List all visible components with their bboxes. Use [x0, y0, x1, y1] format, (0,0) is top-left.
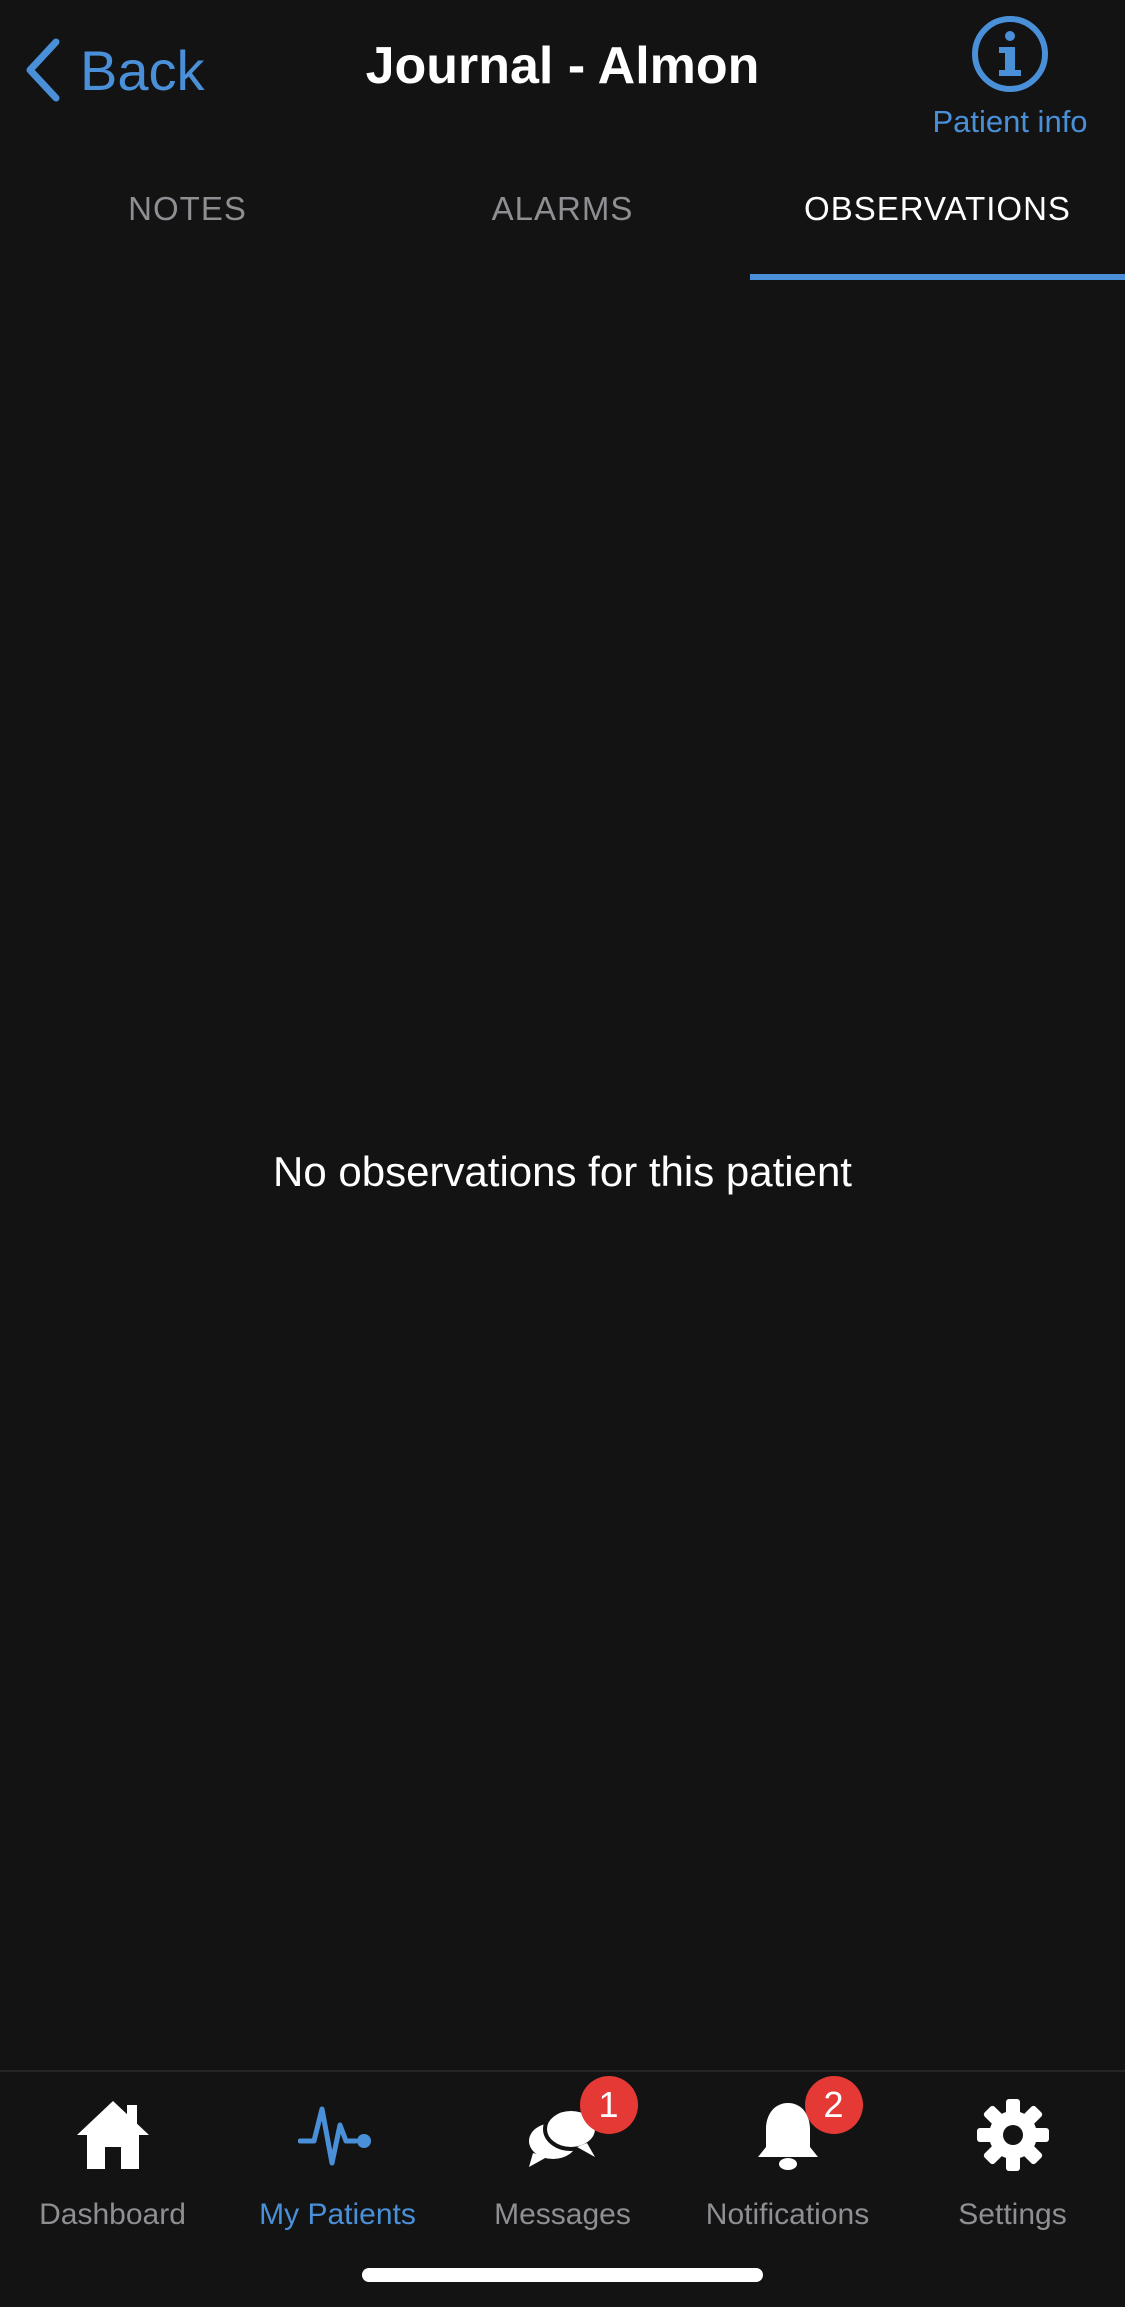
- journal-tabs: NOTES ALARMS OBSERVATIONS: [0, 150, 1125, 280]
- notifications-badge: 2: [804, 2076, 863, 2134]
- back-button[interactable]: Back: [22, 30, 205, 110]
- back-label: Back: [80, 38, 205, 102]
- tabbar-item-dashboard[interactable]: Dashboard: [0, 2072, 225, 2307]
- tab-observations[interactable]: OBSERVATIONS: [750, 150, 1125, 280]
- heartbeat-icon: [297, 2106, 371, 2166]
- messages-badge: 1: [579, 2076, 638, 2134]
- tabbar-label: Messages: [494, 2198, 631, 2231]
- tabbar-label: Notifications: [705, 2198, 870, 2231]
- tabbar-label: Dashboard: [39, 2198, 186, 2231]
- tabbar-label: My Patients: [259, 2198, 416, 2231]
- chevron-left-icon: [26, 38, 60, 102]
- patient-info-button[interactable]: Patient info: [925, 14, 1095, 140]
- tab-notes[interactable]: NOTES: [0, 150, 375, 280]
- empty-state-message: No observations for this patient: [273, 1148, 852, 1195]
- journal-screen: Back Journal - Almon Patient info NOTES …: [0, 0, 1125, 2307]
- home-icon: [76, 2101, 149, 2169]
- tabbar-label: Settings: [958, 2198, 1067, 2231]
- patient-info-label: Patient info: [932, 104, 1088, 139]
- tabbar-item-settings[interactable]: Settings: [900, 2072, 1125, 2307]
- info-icon: [972, 16, 1048, 92]
- home-indicator[interactable]: [362, 2268, 763, 2282]
- gear-icon: [976, 2099, 1049, 2171]
- navigation-header: Back Journal - Almon Patient info: [0, 0, 1125, 150]
- tab-alarms[interactable]: ALARMS: [375, 150, 750, 280]
